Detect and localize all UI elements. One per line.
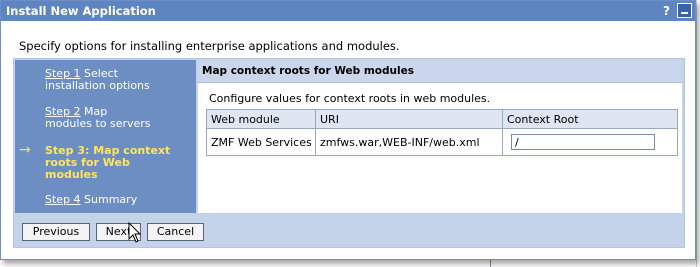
context-root-cell — [502, 128, 678, 156]
step-3-desc-3: modules — [45, 168, 98, 181]
step-4-link[interactable]: Step 4 — [45, 193, 81, 206]
column-header-uri: URI — [315, 109, 503, 129]
step-3-current: Step 3: Map context roots for Web module… — [45, 145, 170, 181]
panel-description: Configure values for context roots in we… — [209, 92, 491, 105]
step-1: Step 1 Select installation options — [45, 68, 150, 92]
panel-title: Map context roots for Web modules — [202, 65, 414, 77]
context-root-table: Web module URI Context Root ZMF Web Serv… — [206, 109, 678, 156]
title-bar: Install New Application ? — [1, 1, 695, 21]
step-4-desc: Summary — [84, 193, 138, 206]
step-2: Step 2 Map modules to servers — [45, 106, 151, 130]
step-1-desc-2: installation options — [45, 79, 150, 92]
minimize-icon[interactable] — [677, 3, 692, 18]
previous-button[interactable]: Previous — [22, 223, 90, 241]
web-module-cell: ZMF Web Services — [206, 128, 316, 156]
cancel-button[interactable]: Cancel — [147, 223, 204, 241]
steps-sidebar: Step 1 Select installation options Step … — [15, 60, 196, 213]
install-dialog: Install New Application ? Specify option… — [0, 0, 696, 260]
uri-cell: zmfws.war,WEB-INF/web.xml — [315, 128, 503, 156]
mouse-pointer-icon — [128, 222, 142, 243]
step-2-desc-2: modules to servers — [45, 117, 151, 130]
table-header-row: Web module URI Context Root — [206, 109, 678, 129]
step-4: Step 4 Summary — [45, 194, 137, 206]
help-icon[interactable]: ? — [660, 4, 673, 18]
step-content: Map context roots for Web modules Config… — [198, 60, 682, 213]
wizard-panel: Step 1 Select installation options Step … — [13, 58, 685, 248]
button-bar: Previous Next Cancel — [15, 216, 683, 246]
table-row: ZMF Web Services zmfws.war,WEB-INF/web.x… — [206, 128, 678, 156]
intro-text: Specify options for installing enterpris… — [19, 39, 400, 53]
column-header-web-module: Web module — [206, 109, 316, 129]
content-header: Map context roots for Web modules — [198, 60, 682, 83]
background-divider — [696, 0, 697, 267]
context-root-input[interactable] — [511, 134, 655, 150]
current-step-arrow-icon: → — [19, 142, 31, 158]
column-header-context-root: Context Root — [502, 109, 678, 129]
dialog-title: Install New Application — [6, 4, 156, 18]
